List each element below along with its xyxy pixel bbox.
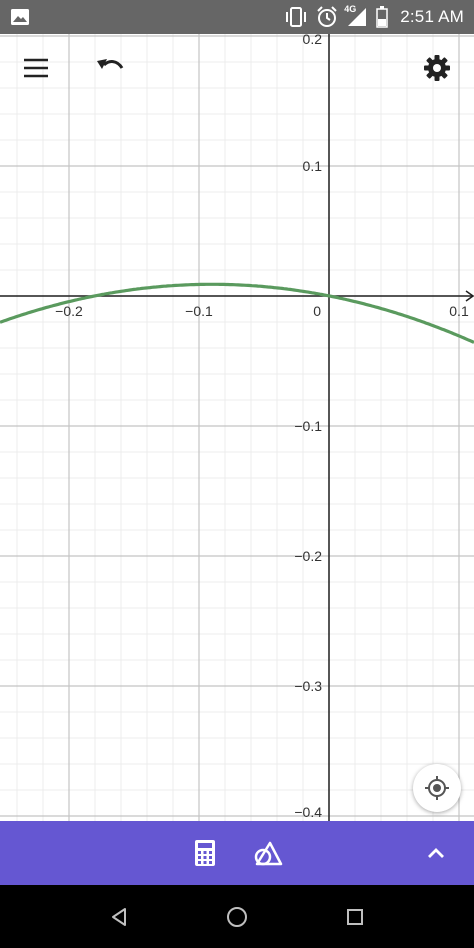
- graph-canvas[interactable]: −0.2 −0.1 0 0.1 0.2 0.1 −0.1 −0.2 −0.3 −0.4: [0, 34, 474, 821]
- home-icon: [227, 907, 247, 927]
- network-label: 4G: [344, 4, 357, 14]
- grid-minor: [0, 34, 474, 821]
- x-tick-label: −0.1: [185, 303, 213, 319]
- expand-button[interactable]: [414, 831, 458, 875]
- y-tick-label: −0.3: [294, 678, 322, 694]
- status-bar: 4G 2:51 AM: [0, 0, 474, 34]
- back-icon: [112, 908, 126, 926]
- signal-icon: 4G: [344, 4, 368, 28]
- geometry-tools-button[interactable]: [246, 831, 290, 875]
- axes: [0, 34, 474, 821]
- image-icon: [10, 7, 30, 27]
- recents-icon: [347, 909, 363, 925]
- battery-icon: [376, 6, 388, 28]
- y-tick-label: −0.2: [294, 548, 322, 564]
- navigation-bar: [0, 885, 474, 948]
- recents-button[interactable]: [333, 895, 377, 939]
- geometry-tools-icon: [254, 841, 283, 866]
- menu-button[interactable]: [14, 46, 58, 90]
- status-time: 2:51 AM: [400, 7, 464, 26]
- chevron-up-icon: [428, 848, 444, 858]
- y-tick-label: −0.4: [294, 804, 322, 820]
- menu-icon: [24, 58, 48, 78]
- x-tick-label: −0.2: [55, 303, 83, 319]
- settings-button[interactable]: [415, 46, 459, 90]
- vibrate-icon: [284, 7, 308, 27]
- recenter-button[interactable]: [413, 764, 461, 812]
- back-button[interactable]: [97, 895, 141, 939]
- undo-icon: [97, 59, 124, 69]
- x-tick-label: 0.1: [449, 303, 469, 319]
- x-tick-label: 0: [313, 303, 321, 319]
- undo-button[interactable]: [88, 46, 132, 90]
- y-tick-labels: 0.2 0.1 −0.1 −0.2 −0.3 −0.4: [294, 34, 322, 820]
- y-tick-label: 0.1: [303, 158, 323, 174]
- bottom-toolbar: [0, 821, 474, 885]
- calculator-icon: [195, 840, 215, 866]
- y-tick-label: −0.1: [294, 418, 322, 434]
- settings-icon: [424, 55, 450, 81]
- alarm-icon: [316, 6, 338, 28]
- calculator-button[interactable]: [183, 831, 227, 875]
- y-tick-label: 0.2: [303, 34, 323, 47]
- crosshair-icon: [425, 776, 449, 800]
- home-button[interactable]: [215, 895, 259, 939]
- grid-major: [0, 34, 474, 821]
